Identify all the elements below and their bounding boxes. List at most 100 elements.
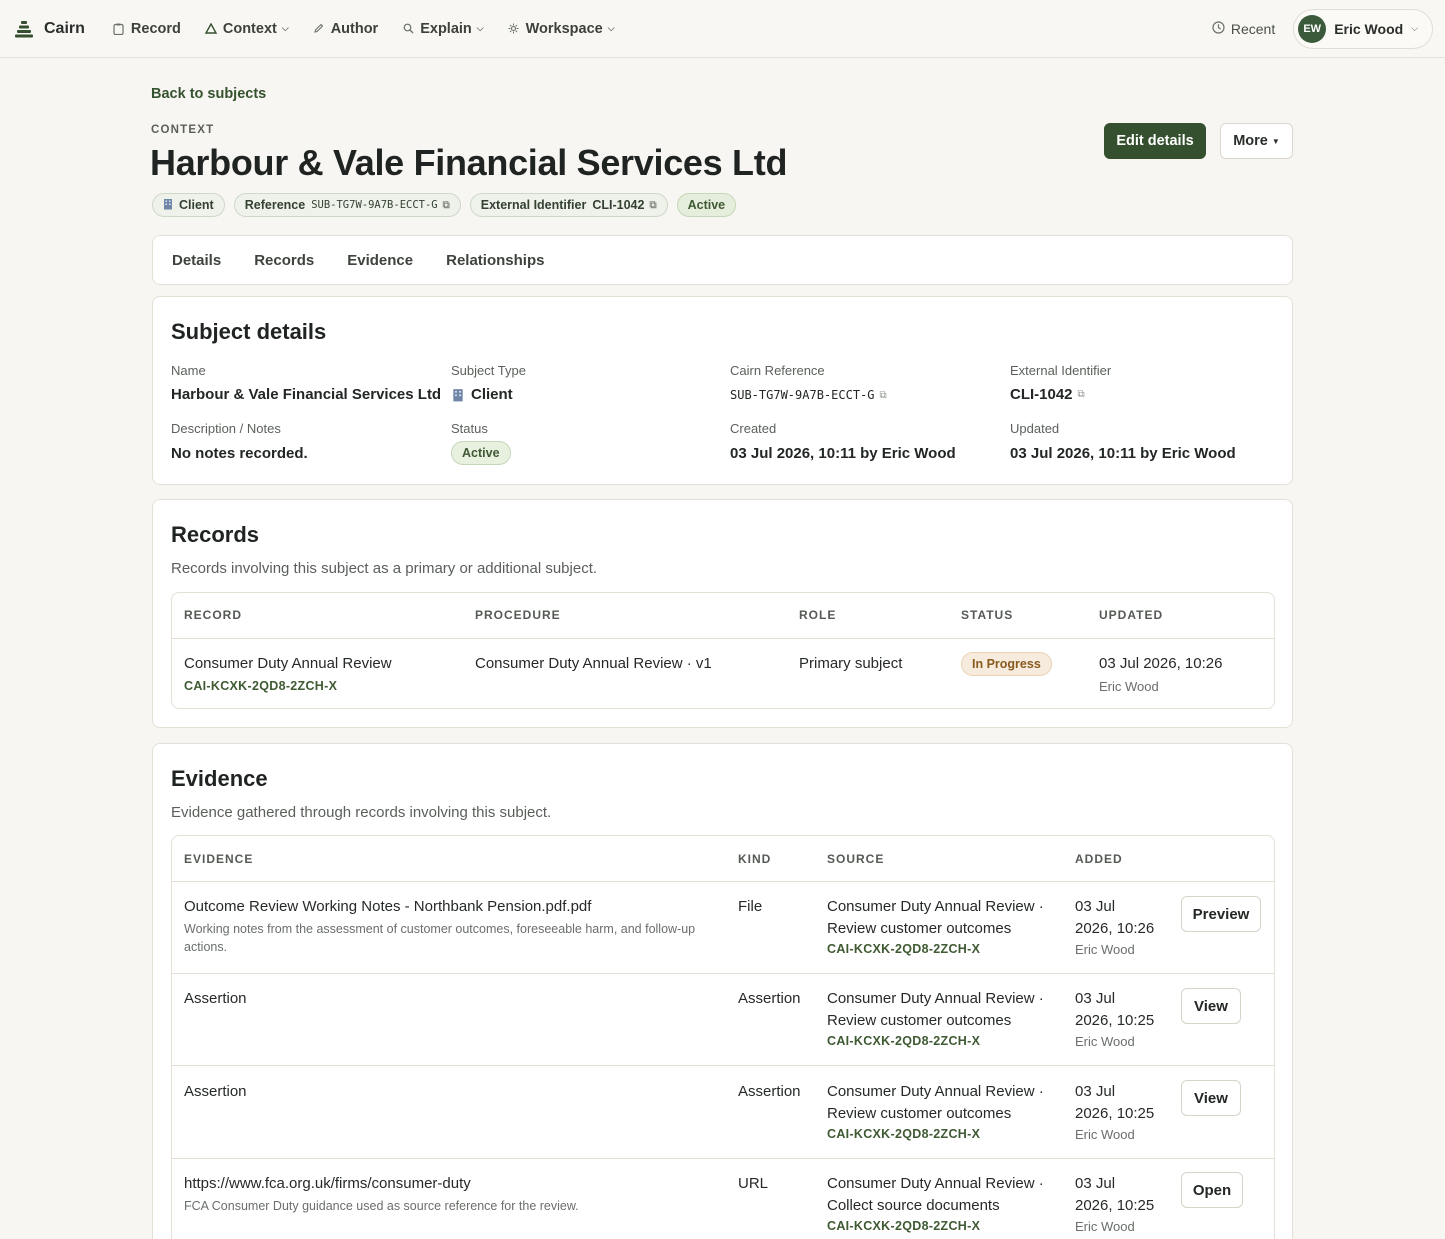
updated-label: Updated (1010, 421, 1060, 436)
added-line: 2026, 10:25 (1075, 1104, 1155, 1122)
user-name: Eric Wood (1334, 20, 1404, 37)
evidence-kind: Assertion (738, 990, 801, 1007)
tab-records[interactable]: Records (254, 252, 314, 269)
user-menu[interactable]: EW Eric Wood ⌵ (1293, 8, 1433, 49)
brand[interactable]: Cairn (14, 19, 85, 39)
preview-button[interactable]: Preview (1181, 896, 1261, 932)
edit-details-button[interactable]: Edit details (1104, 123, 1206, 159)
created-label: Created (730, 421, 777, 436)
type-chip: Client (152, 193, 225, 217)
evidence-title: Outcome Review Working Notes - Northbank… (184, 898, 592, 915)
copy-icon[interactable]: ⧉ (1078, 389, 1085, 400)
evidence-url-link[interactable]: https://www.fca.org.uk/firms/consumer-du… (184, 1175, 471, 1192)
open-button[interactable]: Open (1181, 1172, 1243, 1208)
subject-type-text: Client (471, 386, 513, 403)
reference-chip[interactable]: Reference SUB-TG7W-9A7B-ECCT-G ⧉ (233, 193, 461, 217)
column-header: EVIDENCE (184, 852, 254, 866)
cairn-reference-label: Cairn Reference (730, 363, 825, 378)
added-line: 03 Jul (1075, 898, 1116, 915)
main-nav: Record Context ⌵ Author Explain ⌵ Worksp… (113, 21, 639, 37)
tabs-bar: Details Records Evidence Relationships (152, 235, 1293, 285)
evidence-source: Consumer Duty Annual Review · Collect so… (827, 1173, 1044, 1216)
nav-explain[interactable]: Explain ⌵ (402, 20, 484, 37)
view-button[interactable]: View (1181, 1080, 1241, 1116)
nav-context[interactable]: Context ⌵ (204, 20, 289, 37)
triangle-icon (204, 23, 217, 35)
reference-chip-label: Reference (244, 198, 306, 212)
nav-record[interactable]: Record (113, 21, 181, 37)
tab-evidence[interactable]: Evidence (347, 252, 413, 269)
tab-details[interactable]: Details (172, 252, 221, 269)
divider (172, 1158, 1274, 1159)
record-title-link[interactable]: Consumer Duty Annual Review (184, 655, 392, 672)
added-line: 03 Jul (1075, 1083, 1116, 1100)
added-by: Eric Wood (1075, 1127, 1135, 1142)
nav-workspace[interactable]: Workspace ⌵ (508, 21, 615, 37)
external-identifier-label: External Identifier (1010, 363, 1112, 378)
added-line: 03 Jul (1075, 990, 1116, 1007)
external-chip-value: CLI-1042 (592, 198, 645, 212)
back-to-subjects-link[interactable]: Back to subjects (151, 86, 266, 102)
column-header: ROLE (799, 608, 837, 622)
source-line: Review customer outcomes (827, 1104, 1012, 1122)
divider (172, 1065, 1274, 1066)
brand-name: Cairn (44, 19, 85, 37)
source-code[interactable]: CAI-KCXK-2QD8-2ZCH-X (827, 1219, 980, 1233)
notes-value: No notes recorded. (171, 445, 308, 462)
procedure: Consumer Duty Annual Review · v1 (475, 655, 712, 672)
column-header: ADDED (1075, 852, 1123, 866)
evidence-table: EVIDENCE KIND SOURCE ADDED Outcome Revie… (171, 835, 1275, 1239)
nav-right: Recent EW Eric Wood ⌵ (1212, 8, 1433, 49)
copy-icon[interactable]: ⧉ (443, 200, 450, 211)
top-navigation-bar: Cairn Record Context ⌵ Author Explain ⌵ … (0, 0, 1445, 58)
nav-workspace-label: Workspace (525, 20, 603, 37)
building-icon (163, 198, 173, 213)
source-code[interactable]: CAI-KCXK-2QD8-2ZCH-X (827, 1034, 980, 1048)
copy-icon[interactable]: ⧉ (880, 390, 887, 401)
source-line: Consumer Duty Annual Review · (827, 898, 1044, 915)
column-header: SOURCE (827, 852, 885, 866)
cairn-logo-icon (15, 20, 33, 37)
evidence-description: FCA Consumer Duty guidance used as sourc… (184, 1199, 579, 1213)
evidence-title: Assertion (184, 990, 247, 1007)
role: Primary subject (799, 655, 903, 672)
source-line: Review customer outcomes (827, 919, 1012, 937)
tab-relationships[interactable]: Relationships (446, 252, 544, 269)
column-header: STATUS (961, 608, 1014, 622)
records-card: Records Records involving this subject a… (152, 499, 1293, 728)
updated-time: 03 Jul 2026, 10:26 (1099, 655, 1223, 672)
source-code[interactable]: CAI-KCXK-2QD8-2ZCH-X (827, 1127, 980, 1141)
clipboard-icon (113, 23, 125, 35)
status-badge: Active (676, 193, 737, 217)
external-identifier-chip[interactable]: External Identifier CLI-1042 ⧉ (469, 193, 668, 217)
source-line: Consumer Duty Annual Review · (827, 990, 1044, 1007)
gear-icon (508, 23, 520, 35)
updated-by: Eric Wood (1099, 679, 1159, 694)
records-heading: Records (171, 522, 260, 547)
column-header: UPDATED (1099, 608, 1164, 622)
added-time: 03 Jul 2026, 10:25 (1075, 1081, 1154, 1124)
copy-icon[interactable]: ⧉ (649, 200, 656, 211)
added-by: Eric Wood (1075, 1034, 1135, 1049)
evidence-kind: File (738, 898, 763, 915)
nav-author[interactable]: Author (313, 21, 378, 37)
page-title: Harbour & Vale Financial Services Ltd (150, 142, 788, 183)
more-button[interactable]: More ▼ (1220, 123, 1293, 159)
source-line: Collect source documents (827, 1196, 1000, 1214)
divider (172, 638, 1274, 639)
evidence-description: Working notes from the assessment of cus… (184, 920, 695, 956)
chevron-down-icon: ⌵ (476, 23, 484, 33)
evidence-kind: URL (738, 1175, 769, 1192)
subject-chips: Client Reference SUB-TG7W-9A7B-ECCT-G ⧉ … (152, 193, 745, 217)
subject-details-card: Subject details Name Harbour & Vale Fina… (152, 296, 1293, 485)
recent-button[interactable]: Recent (1212, 21, 1275, 37)
clock-icon (1212, 20, 1225, 37)
chevron-down-icon: ⌵ (607, 23, 615, 33)
nav-record-label: Record (130, 20, 181, 37)
source-code[interactable]: CAI-KCXK-2QD8-2ZCH-X (827, 942, 980, 956)
added-time: 03 Jul 2026, 10:25 (1075, 988, 1154, 1031)
nav-context-label: Context (222, 20, 277, 37)
nav-explain-label: Explain (420, 20, 472, 37)
caret-down-icon: ▼ (1271, 136, 1280, 146)
view-button[interactable]: View (1181, 988, 1241, 1024)
